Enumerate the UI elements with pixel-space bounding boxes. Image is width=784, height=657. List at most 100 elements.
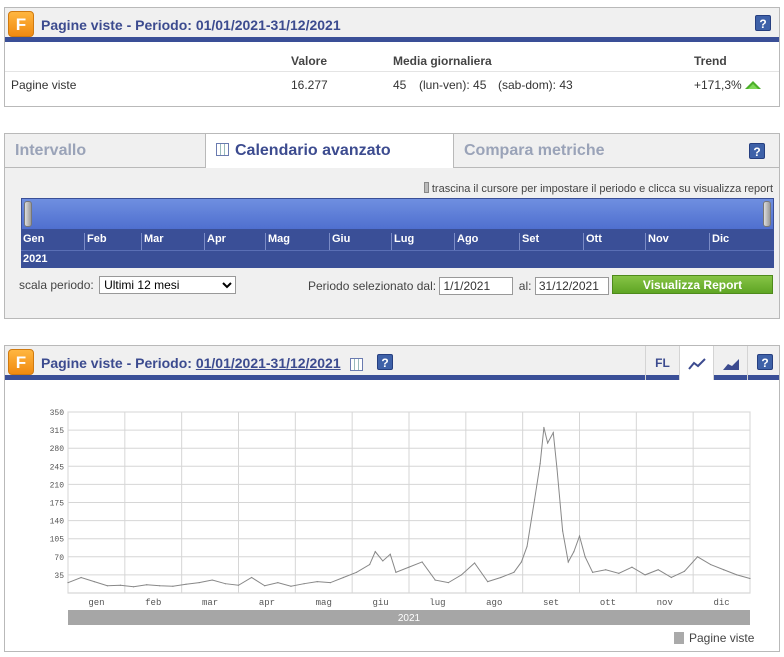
data-point [382, 560, 384, 562]
y-tick-label: 175 [50, 500, 65, 509]
y-tick-label: 105 [50, 536, 65, 545]
data-point [562, 530, 564, 532]
y-tick-label: 210 [50, 481, 65, 490]
data-point [355, 571, 358, 573]
data-point [556, 468, 558, 470]
month-label: Mar [141, 233, 164, 250]
data-point [567, 561, 569, 563]
tab-calendario-avanzato[interactable]: Calendario avanzato [205, 133, 454, 168]
data-point [513, 571, 515, 573]
summary-title: Pagine viste - Periodo: 01/01/2021-31/12… [41, 17, 341, 33]
timeline-months: Gen Feb Mar Apr Mag Giu Lug Ago Set Ott … [21, 230, 774, 250]
y-tick-label: 35 [54, 572, 64, 581]
y-tick-label: 245 [50, 463, 65, 472]
scale-control: scala periodo: Ultimi 12 mesi [19, 276, 237, 294]
tab-compara-metriche[interactable]: Compara metriche [454, 134, 779, 168]
data-point [592, 571, 594, 573]
data-point [696, 556, 699, 558]
summary-panel: F Pagine viste - Periodo: 01/01/2021-31/… [4, 7, 780, 107]
data-point [710, 563, 712, 566]
x-tick-label: nov [657, 598, 674, 608]
data-point [389, 553, 391, 555]
data-point [211, 579, 213, 581]
data-point [631, 566, 633, 568]
data-point [657, 569, 659, 571]
data-point [277, 582, 279, 584]
data-point [185, 583, 187, 585]
x-tick-label: apr [259, 598, 275, 608]
data-point [543, 426, 545, 429]
tab-calendario-label: Calendario avanzato [235, 142, 391, 159]
legend-swatch [674, 632, 684, 644]
data-point [369, 563, 371, 566]
data-point [578, 535, 581, 537]
data-point [547, 442, 549, 444]
data-point [159, 585, 161, 587]
month-label: Giu [329, 233, 350, 250]
data-point [539, 463, 541, 465]
help-icon[interactable]: ? [749, 143, 765, 159]
data-point [736, 574, 738, 576]
calendar-icon [216, 143, 229, 156]
x-tick-label: dic [713, 598, 729, 608]
trend-up-icon [745, 81, 761, 89]
x-tick-label: giu [372, 598, 388, 608]
data-point [80, 576, 82, 579]
x-tick-label: lug [429, 598, 445, 608]
data-point [460, 574, 463, 576]
x-tick-label: ago [486, 598, 502, 608]
data-point [106, 585, 108, 587]
col-trend: Trend [694, 54, 727, 68]
data-point [290, 585, 292, 587]
data-point [264, 585, 266, 587]
row-label: Pagine viste [11, 78, 77, 92]
row-trend: +171,3% [694, 78, 742, 92]
cursor-handle-icon [423, 182, 429, 193]
data-point [723, 569, 725, 571]
month-label: Feb [84, 233, 107, 250]
month-label: Gen [23, 233, 45, 245]
month-label: Lug [391, 233, 414, 250]
y-tick-label: 70 [54, 554, 64, 563]
period-control: Periodo selezionato dal: 1/1/2021 al: 31… [308, 277, 609, 295]
hint-text: trascina il cursore per impostare il per… [431, 183, 773, 195]
chart-panel: F Pagine viste - Periodo: 01/01/2021-31/… [4, 345, 780, 652]
range-end-handle[interactable] [763, 201, 771, 227]
tab-intervallo[interactable]: Intervallo [5, 134, 205, 168]
data-point [584, 556, 586, 558]
summary-header: F Pagine viste - Periodo: 01/01/2021-31/… [5, 8, 779, 42]
calendar-panel: Intervallo Calendario avanzato Compara m… [4, 133, 780, 319]
timeline-slider[interactable]: Gen Feb Mar Apr Mag Giu Lug Ago Set Ott … [21, 198, 774, 268]
x-tick-label: mag [316, 598, 332, 608]
summary-table: Valore Media giornaliera Trend Pagine vi… [5, 48, 779, 100]
data-point [132, 586, 135, 588]
scale-select[interactable]: Ultimi 12 mesi [99, 276, 237, 294]
data-point [395, 571, 397, 573]
month-label: Nov [645, 233, 669, 250]
data-point [573, 551, 575, 553]
range-start-handle[interactable] [24, 201, 32, 227]
app-logo-icon: F [8, 11, 34, 37]
x-tick-label: feb [145, 598, 161, 608]
month-label: Ago [454, 233, 478, 250]
tab-bar: Intervallo Calendario avanzato Compara m… [5, 133, 779, 168]
timeline-hint: trascina il cursore per impostare il per… [423, 182, 773, 195]
data-point [670, 576, 672, 579]
x-tick-label: mar [202, 598, 218, 608]
y-tick-label: 140 [50, 518, 65, 527]
data-point [237, 584, 240, 586]
timeline-range-bar[interactable] [21, 198, 774, 230]
visualizza-report-button[interactable]: Visualizza Report [612, 275, 773, 294]
from-date-input[interactable]: 1/1/2021 [439, 277, 514, 295]
month-label: Apr [204, 233, 226, 250]
data-point [552, 432, 554, 434]
data-point [683, 570, 686, 572]
to-date-input[interactable]: 31/12/2021 [534, 277, 609, 295]
row-media: 45 [393, 78, 407, 92]
data-point [374, 551, 376, 553]
row-valore: 16.277 [291, 78, 328, 92]
month-label: Set [519, 233, 539, 250]
to-label: al: [518, 279, 532, 293]
data-point [172, 585, 174, 587]
help-icon[interactable]: ? [755, 15, 771, 31]
